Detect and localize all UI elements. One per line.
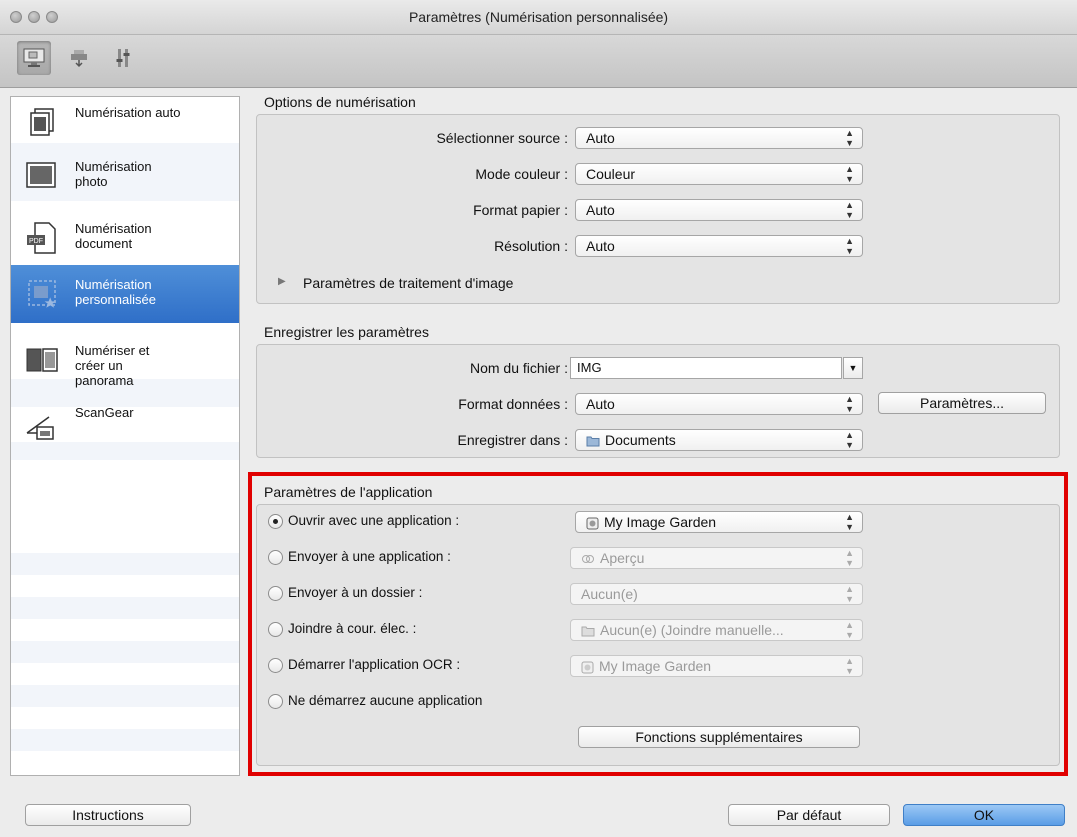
paper-size-value: Auto [586,202,615,218]
folder-icon [586,436,600,447]
resolution-label: Résolution : [494,238,568,254]
highlight-box [248,472,1068,776]
updown-arrow-icon: ▲ ▼ [845,128,854,148]
custom-scan-icon [28,280,56,308]
updown-arrow-icon: ▲ ▼ [845,200,854,220]
sidebar-item-label: ScanGear [75,405,134,420]
sidebar-item-custom-scan[interactable]: Numérisation personnalisée [11,265,239,323]
svg-text:PDF: PDF [29,238,43,245]
sidebar-item-label: Numérisation document [75,221,152,251]
photo-scan-icon [26,162,56,188]
color-mode-value: Couleur [586,166,636,182]
scan-type-sidebar: Numérisation auto Numérisation photo PDF… [10,96,240,776]
save-in-select[interactable]: Documents ▲ ▼ [575,429,863,451]
save-in-value: Documents [605,432,676,448]
defaults-button[interactable]: Par défaut [728,804,890,826]
sidebar-item-label: Numérisation personnalisée [75,277,156,307]
updown-arrow-icon: ▲ ▼ [845,394,854,414]
scan-from-computer-icon [23,48,45,67]
tab-scan-from-computer[interactable] [17,41,51,75]
stitch-scan-icon [26,348,58,372]
ok-button[interactable]: OK [903,804,1065,826]
data-format-select[interactable]: Auto ▲ ▼ [575,393,863,415]
scangear-icon [26,416,54,440]
source-select[interactable]: Auto ▲ ▼ [575,127,863,149]
scan-options-title: Options de numérisation [264,94,416,110]
resolution-select[interactable]: Auto ▲ ▼ [575,235,863,257]
sidebar-item-document-scan[interactable]: PDF Numérisation document [11,219,239,269]
document-scan-icon: PDF [27,222,56,254]
file-name-dropdown-button[interactable]: ▼ [843,357,863,379]
format-settings-button[interactable]: Paramètres... [878,392,1046,414]
paper-size-label: Format papier : [473,202,568,218]
file-name-input[interactable]: IMG [570,357,842,379]
sidebar-item-photo-scan[interactable]: Numérisation photo [11,157,239,207]
sidebar-item-label: Numériser et créer un panorama [75,343,150,388]
save-settings-title: Enregistrer les paramètres [264,324,429,340]
sidebar-item-stitch-scan[interactable]: Numériser et créer un panorama [11,341,239,397]
window-title: Paramètres (Numérisation personnalisée) [408,9,669,25]
sidebar-item-label: Numérisation auto [75,105,181,120]
auto-scan-icon [30,108,54,136]
resolution-value: Auto [586,238,615,254]
toolbar [0,35,1077,88]
disclosure-triangle-icon[interactable]: ▶ [278,276,286,287]
image-processing-disclosure[interactable]: Paramètres de traitement d'image [303,275,513,291]
scan-from-panel-icon [71,50,87,68]
data-format-label: Format données : [458,396,568,412]
updown-arrow-icon: ▲ ▼ [845,236,854,256]
updown-arrow-icon: ▲ ▼ [845,430,854,450]
title-bar: Paramètres (Numérisation personnalisée) [0,0,1077,35]
file-name-label: Nom du fichier : [469,360,568,376]
source-value: Auto [586,130,615,146]
instructions-button[interactable]: Instructions [25,804,191,826]
tab-scan-from-panel[interactable] [62,41,96,75]
sidebar-item-auto-scan[interactable]: Numérisation auto [11,103,239,143]
paper-size-select[interactable]: Auto ▲ ▼ [575,199,863,221]
source-label: Sélectionner source : [436,130,568,146]
data-format-value: Auto [586,396,615,412]
sidebar-item-label: Numérisation photo [75,159,152,189]
updown-arrow-icon: ▲ ▼ [845,164,854,184]
sidebar-item-scangear[interactable]: ScanGear [11,403,239,447]
save-in-label: Enregistrer dans : [457,432,569,448]
color-mode-label: Mode couleur : [475,166,568,182]
tab-general-settings[interactable] [106,41,140,75]
chevron-down-icon: ▼ [848,363,858,373]
color-mode-select[interactable]: Couleur ▲ ▼ [575,163,863,185]
general-settings-icon [116,49,130,67]
